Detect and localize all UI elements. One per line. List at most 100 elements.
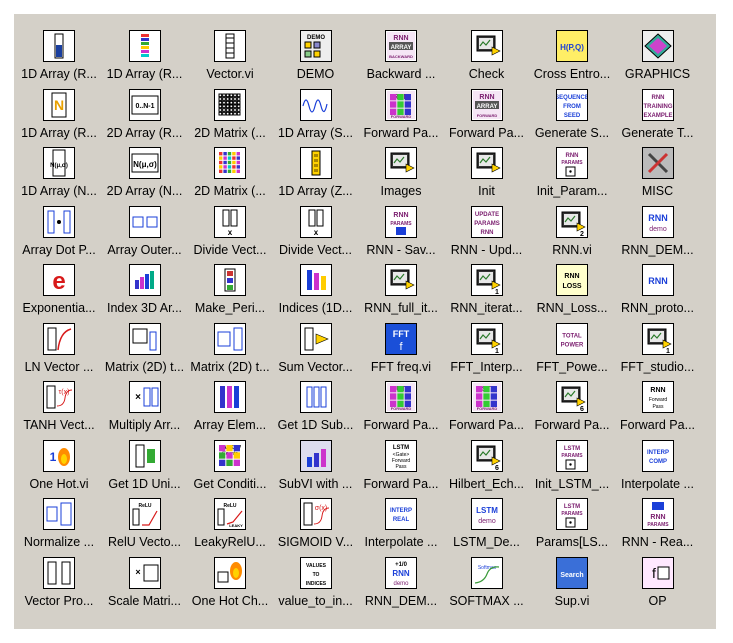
palette-item[interactable]: N(μ,σ) 2D Array (N... <box>102 145 188 203</box>
lstm-gate-forward-icon[interactable]: LSTM <Gate> Forward Pass <box>385 439 417 472</box>
palette-item[interactable]: 1 FFT_Interp... <box>444 321 530 379</box>
misc-tools-icon[interactable] <box>641 147 674 179</box>
palette-item[interactable]: 6 Forward Pa... <box>529 379 615 437</box>
op-icon[interactable]: f <box>641 556 674 589</box>
get-1d-subarray-icon[interactable] <box>299 381 332 413</box>
palette-item[interactable]: τ(x) TANH Vect... <box>16 379 102 437</box>
palette-item[interactable]: Normalize ... <box>16 496 102 554</box>
palette-item[interactable]: FFT f FFT freq.vi <box>358 321 444 379</box>
palette-item[interactable]: RNN PARAMS RNN - Rea... <box>615 496 701 554</box>
palette-item[interactable]: 1D Array (Z... <box>273 145 359 203</box>
softmax-icon[interactable]: Softmax <box>470 556 503 589</box>
rnn-loss-icon[interactable]: RNN LOSS <box>556 264 588 296</box>
palette-item[interactable]: Get 1D Sub... <box>273 379 359 437</box>
divide-vector-scalar-icon[interactable]: x <box>299 205 332 238</box>
palette-item[interactable]: x Divide Vect... <box>187 204 273 262</box>
ln-vector-icon[interactable] <box>43 322 75 355</box>
array-1d-icon[interactable] <box>43 30 75 62</box>
rnn-full-iter-icon[interactable] <box>385 264 417 296</box>
array-dot-product-icon[interactable] <box>43 205 75 238</box>
palette-item[interactable]: 1 RNN_iterat... <box>444 262 530 320</box>
palette-item[interactable]: N 1D Array (R... <box>16 87 102 145</box>
init-lstm-icon[interactable]: LSTM PARAMS <box>556 439 588 472</box>
palette-item[interactable]: Vector Pro... <box>16 555 102 613</box>
palette-item[interactable]: Matrix (2D) t... <box>187 321 273 379</box>
exponential-icon[interactable]: e <box>43 264 75 296</box>
palette-item[interactable]: 1 One Hot.vi <box>16 438 102 496</box>
palette-item[interactable]: f OP <box>615 555 701 613</box>
make-periodic-icon[interactable] <box>214 264 246 296</box>
palette-item[interactable]: RNN_full_it... <box>358 262 444 320</box>
palette-item[interactable]: VALUES TO INDICES value_to_in... <box>273 555 359 613</box>
rnn-save-icon[interactable]: RNN PARAMS <box>385 205 417 238</box>
interp-comp-icon[interactable]: INTERP COMP <box>641 439 674 472</box>
palette-item[interactable]: Vector.vi <box>187 28 273 86</box>
indices-1d-icon[interactable] <box>299 264 332 296</box>
palette-item[interactable]: LSTM demo LSTM_De... <box>444 496 530 554</box>
palette-item[interactable]: RNN TRAINING EXAMPLE Generate T... <box>615 87 701 145</box>
palette-item[interactable]: σ(x) SIGMOID V... <box>273 496 359 554</box>
rnn-forward-icon[interactable]: RNNFORWARD <box>385 88 417 121</box>
generate-sequence-icon[interactable]: SEQUENCE FROM SEED <box>556 88 588 121</box>
palette-item[interactable]: TOTAL POWER FFT_Powe... <box>529 321 615 379</box>
palette-item[interactable]: Get 1D Uni... <box>102 438 188 496</box>
graphics-icon[interactable] <box>641 30 674 62</box>
palette-item[interactable]: Index 3D Ar... <box>102 262 188 320</box>
palette-item[interactable]: Indices (1D... <box>273 262 359 320</box>
rnn-forward-pass-icon[interactable]: RNN Forward Pass <box>641 381 674 413</box>
palette-item[interactable]: 2D Matrix (... <box>187 145 273 203</box>
multiply-array-icon[interactable]: × <box>128 381 161 413</box>
palette-item[interactable]: ReLU RelU Vecto... <box>102 496 188 554</box>
rnn-iterate-icon[interactable]: 1 <box>470 264 503 296</box>
generate-training-icon[interactable]: RNN TRAINING EXAMPLE <box>641 88 674 121</box>
normalize-icon[interactable] <box>43 498 75 530</box>
palette-item[interactable]: RNN demo RNN_DEM... <box>615 204 701 262</box>
palette-item[interactable]: Search Sup.vi <box>529 555 615 613</box>
one-hot-icon[interactable]: 1 <box>43 439 75 472</box>
palette-item[interactable]: Matrix (2D) t... <box>102 321 188 379</box>
check-icon[interactable] <box>470 30 503 62</box>
array-1d-random-icon[interactable]: N <box>43 88 75 121</box>
palette-item[interactable]: e Exponentia... <box>16 262 102 320</box>
sum-vector-icon[interactable] <box>299 322 332 355</box>
waveform-icon[interactable] <box>299 88 332 121</box>
palette-item[interactable]: x Divide Vect... <box>273 204 359 262</box>
sigmoid-icon[interactable]: σ(x) <box>299 498 332 530</box>
array-1d-zero-icon[interactable] <box>299 147 332 179</box>
forward-pass-6-icon[interactable]: 6 <box>556 381 588 413</box>
lstm-demo-icon[interactable]: LSTM demo <box>470 498 503 530</box>
palette-item[interactable]: RNN LOSS RNN_Loss... <box>529 262 615 320</box>
rnn-update-params-icon[interactable]: UPDATE PARAMS RNN <box>470 205 503 238</box>
relu-vector-icon[interactable]: ReLU <box>128 498 161 530</box>
array-1d-normal-icon[interactable]: N(μ,σ) <box>43 147 75 179</box>
matrix-2d-to-icon[interactable] <box>128 322 161 355</box>
array-1d-color-icon[interactable] <box>128 30 161 62</box>
matrix-2d-to-vector-icon[interactable] <box>214 322 246 355</box>
init-icon[interactable] <box>470 147 503 179</box>
palette-item[interactable]: RNN PARAMS RNN - Sav... <box>358 204 444 262</box>
palette-item[interactable]: 1D Array (R... <box>102 28 188 86</box>
palette-item[interactable]: +1/0 RNN demo RNN_DEM... <box>358 555 444 613</box>
markov-counts-icon[interactable]: MARKOVCounts <box>214 439 246 472</box>
palette-item[interactable]: Sum Vector... <box>273 321 359 379</box>
palette-item[interactable]: LSTMFORWARD Forward Pa... <box>444 379 530 437</box>
palette-item[interactable]: One Hot Ch... <box>187 555 273 613</box>
rnn-vi-icon[interactable]: 2 <box>556 205 588 238</box>
init-params-icon[interactable]: RNN PARAMS <box>556 147 588 179</box>
lstm-forward-icon[interactable]: LSTMFORWARD <box>470 381 503 413</box>
array-2d-random-icon[interactable]: 0..N-1 <box>128 88 161 121</box>
palette-item[interactable]: RNN PARAMS Init_Param... <box>529 145 615 203</box>
leaky-relu-icon[interactable]: ReLU LEAKY <box>214 498 246 530</box>
palette-item[interactable]: GRAPHICS <box>615 28 701 86</box>
palette-item[interactable]: Array Elem... <box>187 379 273 437</box>
palette-item[interactable]: INTERP REAL Interpolate ... <box>358 496 444 554</box>
rnn-demo-icon[interactable]: RNN demo <box>641 205 674 238</box>
one-hot-char-icon[interactable] <box>214 556 246 589</box>
palette-item[interactable]: 2D Matrix (... <box>187 87 273 145</box>
scale-matrix-icon[interactable]: × <box>128 556 161 589</box>
palette-item[interactable]: Softmax SOFTMAX ... <box>444 555 530 613</box>
palette-item[interactable]: × Multiply Arr... <box>102 379 188 437</box>
palette-item[interactable]: SubVI with ... <box>273 438 359 496</box>
cross-entropy-icon[interactable]: H(P,Q) <box>556 30 588 62</box>
array-outer-product-icon[interactable] <box>128 205 161 238</box>
